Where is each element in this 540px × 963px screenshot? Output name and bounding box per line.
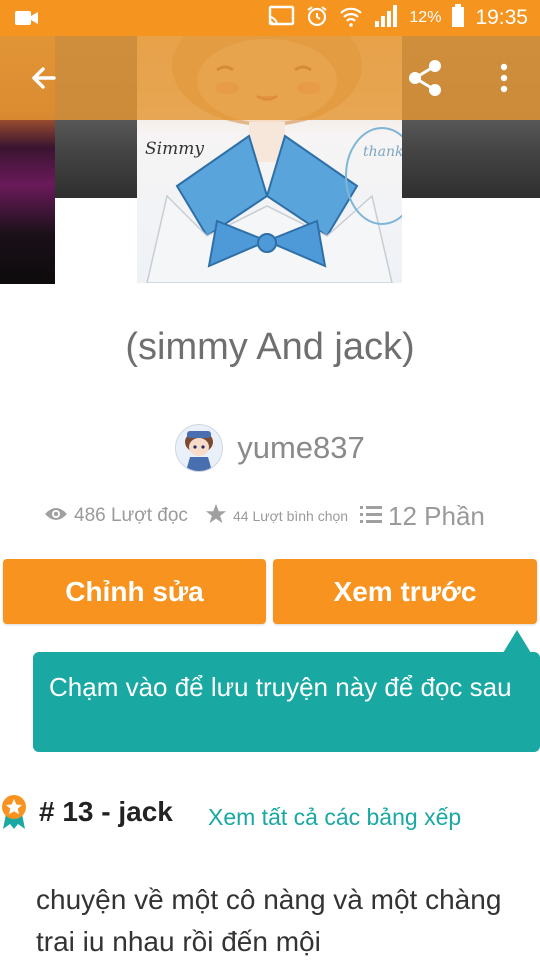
star-icon [205,503,227,530]
more-vert-icon[interactable] [486,56,522,100]
cast-icon [267,5,295,32]
view-all-rankings-link[interactable]: Xem tất cả các bảng xếp [208,804,461,831]
reads-count: 486 Lượt đọc [74,505,188,526]
preview-button[interactable]: Xem trước [273,559,537,624]
cover-label: Simmy [145,139,204,159]
ranking-badge-icon [0,794,28,830]
votes-stat: 44 Lượt bình chọn [205,503,360,530]
wifi-icon [339,4,363,33]
list-icon [360,504,382,529]
app-bar [0,36,540,120]
battery-icon [451,3,465,33]
ranking-row: # 13 - jack Xem tất cả các bảng xếp [0,790,540,836]
signal-icon [373,4,399,33]
video-camera-icon [14,8,40,33]
status-bar: 12% 19:35 [0,0,540,36]
clock: 19:35 [475,6,528,29]
reads-stat: 486 Lượt đọc [44,505,205,527]
save-tooltip[interactable]: Chạm vào để lưu truyện này để đọc sau [33,652,540,752]
cover-note: thank you [363,144,402,160]
parts-stat[interactable]: 12 Phần [360,501,485,532]
share-icon[interactable] [404,56,448,100]
eye-icon [44,506,68,527]
avatar[interactable] [175,424,224,472]
story-title: (simmy And jack) [125,326,415,368]
author-row[interactable]: yume837 [0,424,540,472]
story-description: chuyện về một cô nàng và một chàng trai … [36,884,502,957]
ranking-label: # 13 - jack [39,796,173,827]
votes-count: 44 Lượt bình chọn [233,508,349,524]
tooltip-text: Chạm vào để lưu truyện này để đọc sau [49,672,512,702]
battery-percent: 12% [409,9,442,26]
edit-button[interactable]: Chỉnh sửa [3,559,266,624]
parts-count[interactable]: 12 Phần [388,501,485,532]
tooltip-arrow [503,630,531,653]
story-stats: 486 Lượt đọc 44 Lượt bình chọn 12 Phần [44,496,524,536]
back-arrow-icon[interactable] [24,58,64,98]
alarm-icon [305,4,329,33]
author-name[interactable]: yume837 [237,430,365,466]
